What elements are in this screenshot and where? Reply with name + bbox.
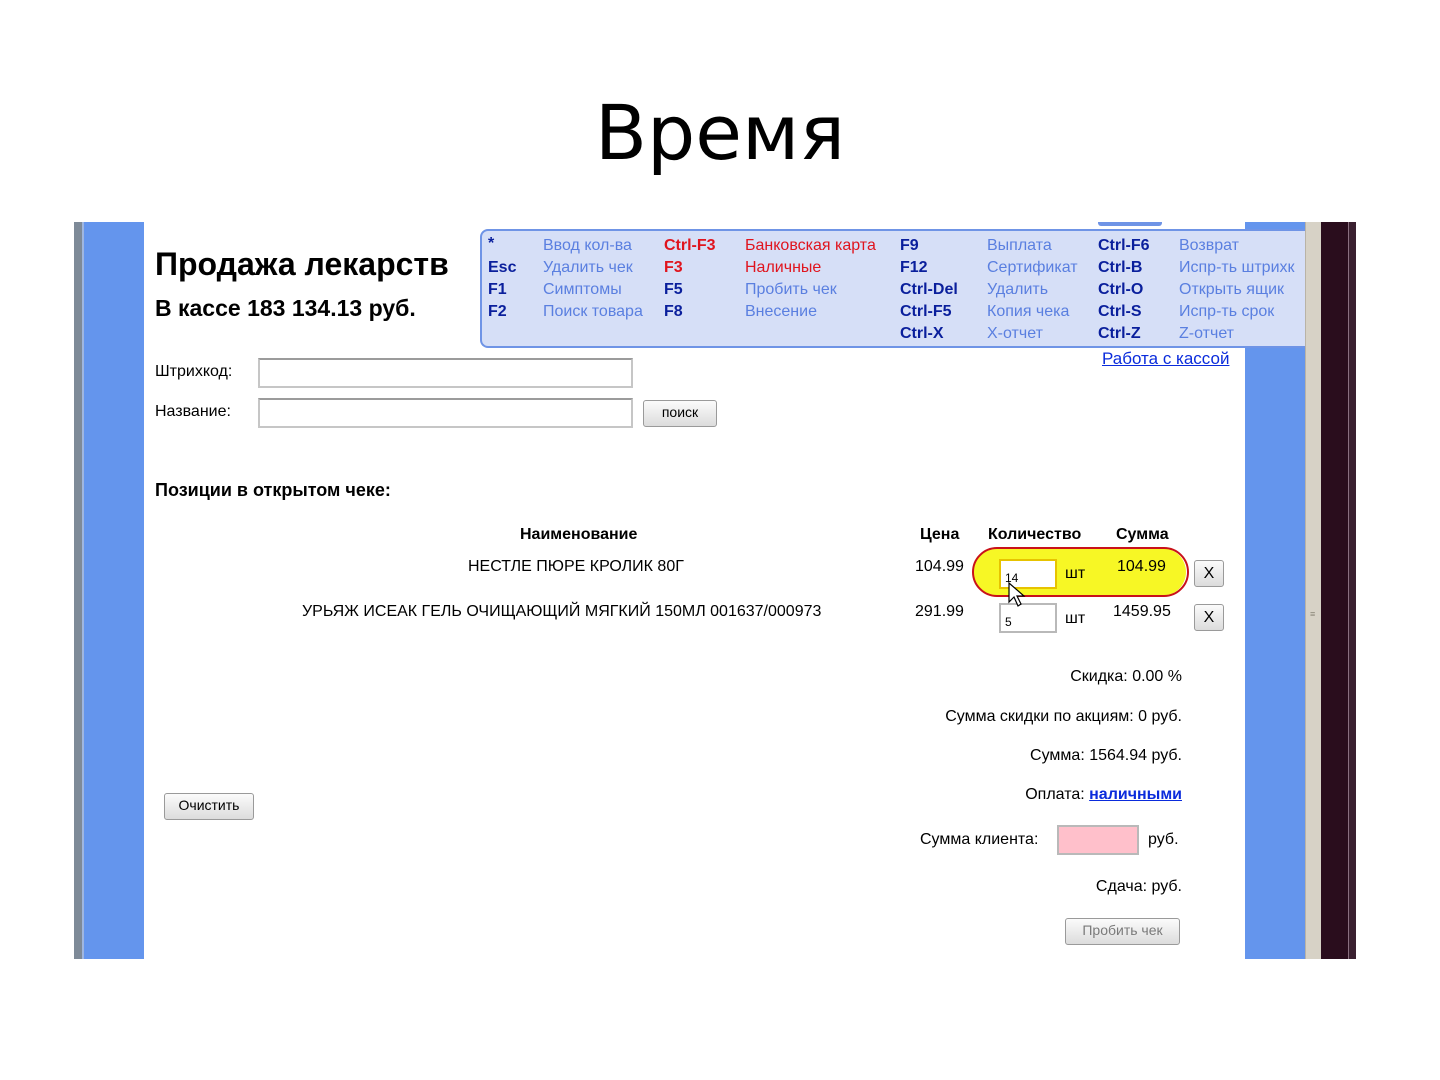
pos-page: Продажа лекарств В кассе 183 134.13 руб.…	[144, 222, 1320, 959]
column-header-qty: Количество	[988, 526, 1082, 543]
page-title: Продажа лекарств	[155, 246, 449, 282]
hotkey-label[interactable]: Копия чека	[987, 303, 1069, 321]
browser-screen: Продажа лекарств В кассе 183 134.13 руб.…	[74, 222, 1356, 959]
payment-line: Оплата: наличными	[1025, 786, 1182, 804]
cash-balance: В кассе 183 134.13 руб.	[155, 295, 416, 321]
name-input[interactable]	[258, 398, 633, 428]
hotkey-label[interactable]: Симптомы	[543, 281, 622, 299]
hotkey-label[interactable]: Открыть ящик	[1179, 281, 1284, 299]
hotkey-label[interactable]: Наличные	[745, 259, 821, 277]
hotkey-label[interactable]: Возврат	[1179, 237, 1239, 255]
payment-method-link[interactable]: наличными	[1089, 786, 1182, 803]
scrollbar[interactable]: ≡	[1305, 222, 1321, 959]
hotkey-key: Ctrl-S	[1098, 303, 1142, 320]
item-price: 291.99	[915, 603, 964, 620]
hotkey-key: Ctrl-B	[1098, 259, 1143, 276]
item-name: НЕСТЛЕ ПЮРЕ КРОЛИК 80Г	[468, 558, 684, 575]
hotkey-key: Ctrl-X	[900, 325, 944, 342]
scroll-grip-icon[interactable]: ≡	[1310, 610, 1318, 619]
client-sum-label: Сумма клиента:	[920, 831, 1039, 848]
total-sum-text: Сумма: 1564.94 руб.	[1030, 747, 1182, 764]
hotkey-label[interactable]: Сертификат	[987, 259, 1078, 277]
hotkey-key: Esc	[488, 259, 517, 276]
desktop-strip-edge	[1348, 222, 1356, 959]
hotkey-label[interactable]: X-отчет	[987, 325, 1043, 343]
hotkey-label[interactable]: Выплата	[987, 237, 1052, 255]
hotkey-label[interactable]: Удалить	[987, 281, 1048, 299]
item-price: 104.99	[915, 558, 964, 575]
cash-operations-link[interactable]: Работа с кассой	[1102, 349, 1229, 369]
hotkey-label[interactable]: Поиск товара	[543, 303, 643, 321]
window-edge-inner	[82, 222, 84, 959]
client-sum-unit: руб.	[1148, 831, 1179, 848]
hotkey-label[interactable]: Пробить чек	[745, 281, 837, 299]
search-button[interactable]: поиск	[643, 400, 717, 427]
hotkey-label[interactable]: Испр-ть срок	[1179, 303, 1274, 321]
hotkey-label[interactable]: Банковская карта	[745, 237, 876, 255]
promo-discount-text: Сумма скидки по акциям: 0 руб.	[945, 708, 1182, 725]
column-header-sum: Сумма	[1116, 526, 1169, 543]
item-sum: 1459.95	[1113, 603, 1171, 620]
panel-tab	[1098, 222, 1162, 226]
hotkey-label[interactable]: Внесение	[745, 303, 817, 321]
hotkey-label[interactable]: Испр-ть штрихк	[1179, 259, 1295, 277]
payment-label: Оплата:	[1025, 786, 1085, 803]
window-edge	[74, 222, 82, 959]
hotkey-key: F3	[664, 259, 683, 276]
hotkey-key: Ctrl-Del	[900, 281, 958, 298]
hotkey-label[interactable]: Z-отчет	[1179, 325, 1234, 343]
print-receipt-button[interactable]: Пробить чек	[1065, 918, 1180, 945]
change-text: Сдача: руб.	[1095, 878, 1182, 895]
clear-button[interactable]: Очистить	[164, 793, 254, 820]
item-name: УРЬЯЖ ИСЕАК ГЕЛЬ ОЧИЩАЮЩИЙ МЯГКИЙ 150МЛ …	[302, 603, 822, 620]
column-header-price: Цена	[920, 526, 960, 543]
hotkey-key: Ctrl-Z	[1098, 325, 1141, 342]
hotkey-key: F5	[664, 281, 683, 298]
hotkey-key: F12	[900, 259, 928, 276]
hotkey-key: F2	[488, 303, 507, 320]
hotkeys-panel: * Ввод кол-ва Esc Удалить чек F1 Симптом…	[480, 229, 1320, 348]
hotkey-key: Ctrl-O	[1098, 281, 1144, 298]
item-sum: 104.99	[1117, 558, 1166, 575]
qty-unit: шт	[1065, 610, 1086, 627]
hotkey-key: Ctrl-F6	[1098, 237, 1150, 254]
qty-unit: шт	[1065, 565, 1086, 582]
hotkey-label[interactable]: Удалить чек	[543, 259, 633, 277]
client-sum-input[interactable]	[1057, 825, 1139, 855]
slide-title: Время	[594, 88, 846, 177]
barcode-label: Штрихкод:	[155, 363, 233, 380]
remove-item-button[interactable]: X	[1194, 604, 1224, 631]
hotkey-key: F8	[664, 303, 683, 320]
hotkey-key: F9	[900, 237, 919, 254]
hotkey-key: Ctrl-F5	[900, 303, 952, 320]
mouse-cursor-icon	[1008, 582, 1026, 607]
column-header-name: Наименование	[520, 526, 638, 543]
discount-text: Скидка: 0.00 %	[1070, 668, 1182, 685]
receipt-section-title: Позиции в открытом чеке:	[155, 480, 391, 500]
hotkey-key: F1	[488, 281, 507, 298]
barcode-input[interactable]	[258, 358, 633, 388]
name-label: Название:	[155, 403, 231, 420]
remove-item-button[interactable]: X	[1194, 560, 1224, 587]
hotkey-label[interactable]: Ввод кол-ва	[543, 237, 632, 255]
hotkey-key: Ctrl-F3	[664, 237, 716, 254]
hotkey-key: *	[488, 235, 495, 252]
